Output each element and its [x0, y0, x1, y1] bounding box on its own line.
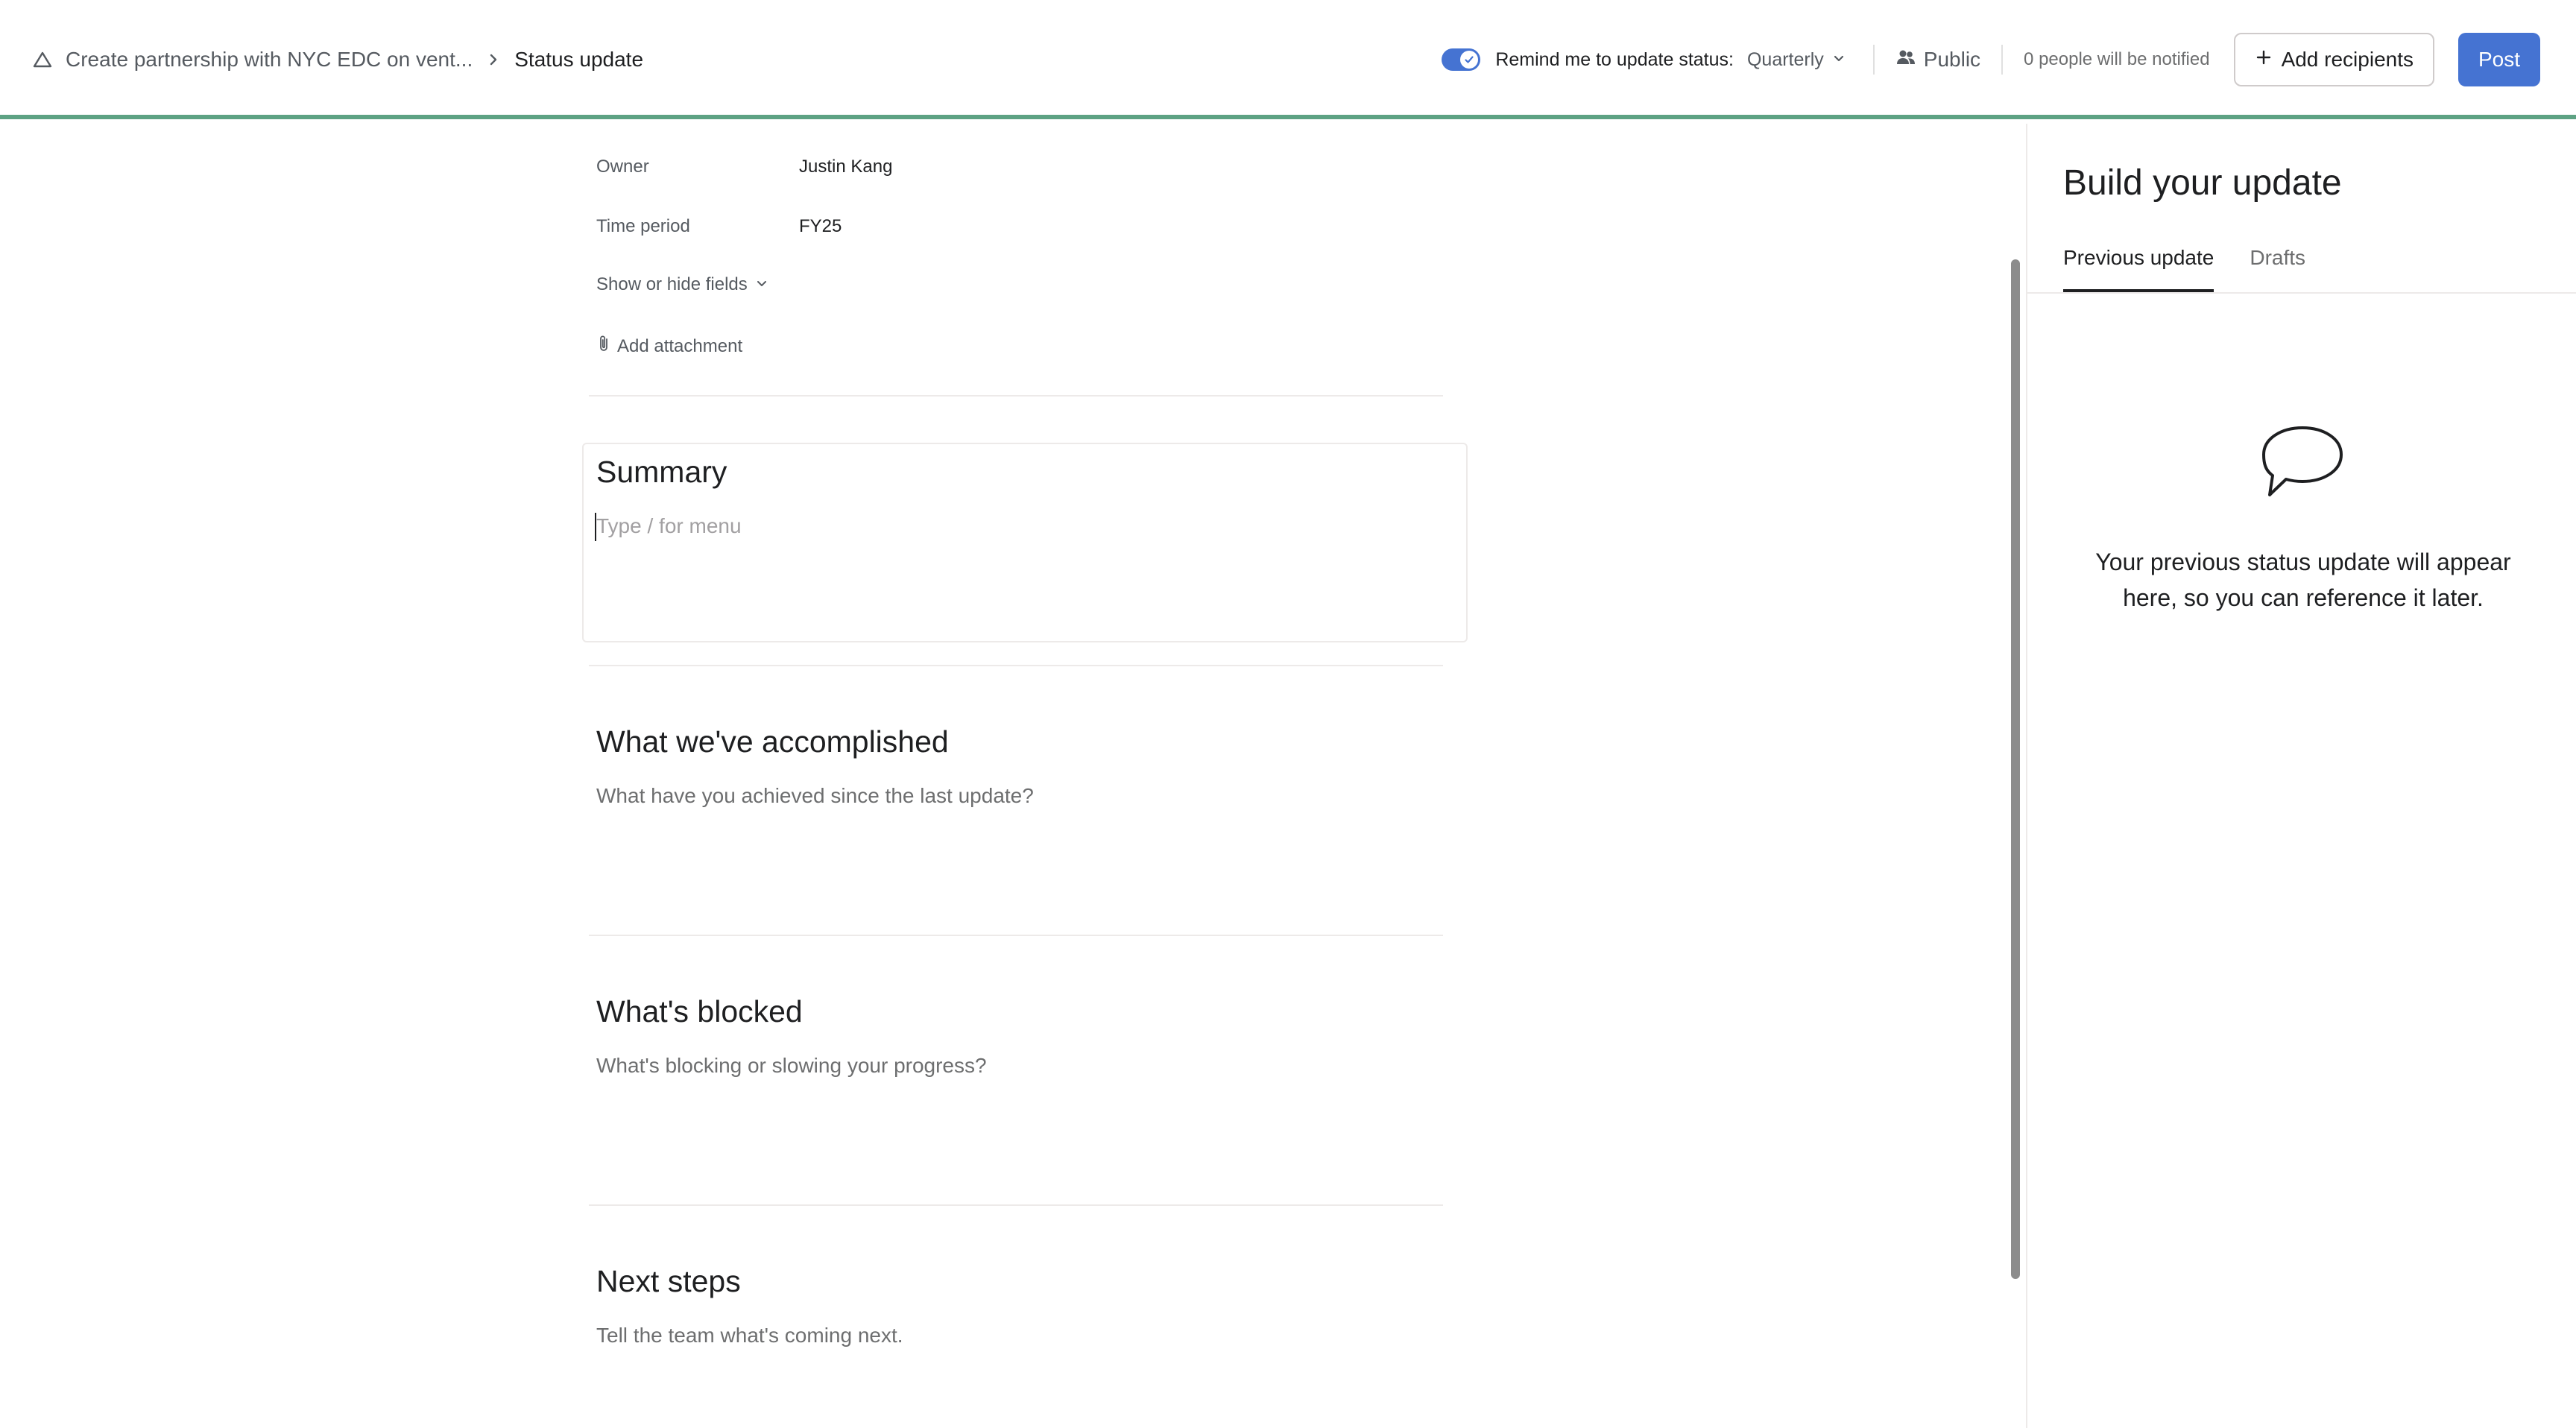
owner-label: Owner — [596, 157, 649, 177]
panel-title: Build your update — [2063, 163, 2342, 203]
remind-label: Remind me to update status: — [1495, 48, 1734, 70]
empty-state-message: Your previous status update will appear … — [2095, 549, 2511, 611]
blocked-input[interactable]: What's blocking or slowing your progress… — [596, 1054, 987, 1078]
add-attachment-button[interactable]: Add attachment — [596, 334, 742, 358]
check-icon — [1460, 51, 1479, 69]
status-update-editor: Owner Justin Kang Time period FY25 Show … — [0, 124, 2026, 1428]
divider — [589, 665, 1443, 666]
owner-field: Owner Justin Kang — [596, 157, 892, 177]
cadence-dropdown[interactable]: Quarterly — [1747, 49, 1846, 71]
breadcrumb-current: Status update — [514, 48, 644, 71]
add-recipients-button[interactable]: Add recipients — [2233, 33, 2434, 86]
divider — [589, 935, 1443, 936]
next-steps-title: Next steps — [596, 1264, 741, 1298]
tab-drafts[interactable]: Drafts — [2250, 246, 2305, 292]
panel-tabs: Previous update Drafts — [2063, 246, 2305, 292]
chevron-down-icon — [1831, 49, 1846, 71]
summary-input[interactable]: Type / for menu — [596, 514, 742, 538]
time-period-label: Time period — [596, 216, 690, 236]
add-recipients-label: Add recipients — [2281, 48, 2414, 71]
speech-bubble-icon — [2258, 423, 2347, 505]
time-period-field: Time period FY25 — [596, 216, 842, 237]
breadcrumb-project-link[interactable]: Create partnership with NYC EDC on vent.… — [66, 48, 473, 72]
blocked-title: What's blocked — [596, 994, 803, 1029]
breadcrumb: Create partnership with NYC EDC on vent.… — [33, 43, 643, 76]
accomplished-title: What we've accomplished — [596, 724, 949, 759]
post-button[interactable]: Post — [2458, 33, 2540, 86]
owner-value[interactable]: Justin Kang — [799, 157, 892, 177]
chevron-right-icon — [486, 51, 501, 69]
top-bar: Create partnership with NYC EDC on vent.… — [0, 0, 2576, 119]
divider — [1872, 45, 1875, 75]
time-period-value[interactable]: FY25 — [799, 216, 842, 237]
accomplished-input[interactable]: What have you achieved since the last up… — [596, 784, 1034, 808]
show-hide-fields-label: Show or hide fields — [596, 274, 748, 294]
tabs-divider — [2027, 292, 2576, 294]
header-actions: Remind me to update status: Quarterly Pu… — [1442, 33, 2540, 86]
build-update-panel: Build your update Previous update Drafts… — [2026, 124, 2576, 1428]
cadence-value: Quarterly — [1746, 48, 1824, 70]
show-hide-fields-button[interactable]: Show or hide fields — [596, 274, 768, 295]
remind-toggle[interactable] — [1442, 48, 1481, 71]
people-icon — [1895, 48, 1916, 72]
paperclip-icon — [596, 334, 613, 358]
tab-previous-update[interactable]: Previous update — [2063, 246, 2214, 292]
divider — [2001, 45, 2004, 75]
scrollbar[interactable] — [2011, 259, 2020, 1279]
notified-count: 0 people will be notified — [2024, 49, 2210, 69]
add-attachment-label: Add attachment — [617, 335, 743, 356]
visibility-label: Public — [1923, 48, 1981, 71]
divider — [589, 1204, 1443, 1206]
visibility-button[interactable]: Public — [1895, 48, 1980, 72]
divider — [589, 395, 1443, 397]
triangle-outline-icon — [33, 51, 52, 69]
plus-icon — [2255, 48, 2273, 72]
next-steps-input[interactable]: Tell the team what's coming next. — [596, 1324, 903, 1348]
summary-title: Summary — [596, 455, 727, 489]
chevron-down-icon — [755, 274, 768, 295]
